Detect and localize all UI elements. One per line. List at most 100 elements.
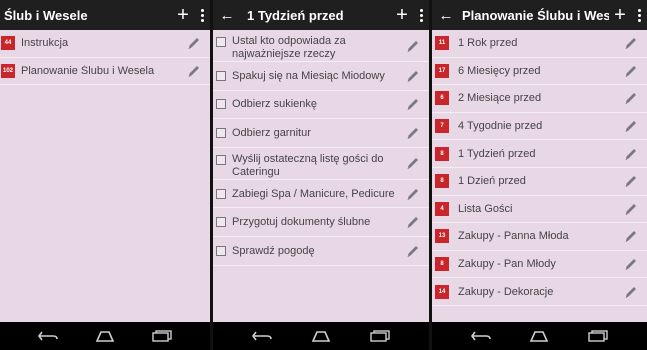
edit-pencil-icon[interactable]: [405, 68, 421, 84]
item-label: 1 Tydzień przed: [458, 147, 536, 160]
add-icon[interactable]: +: [172, 5, 194, 25]
item-label: Zakupy - Panna Młoda: [458, 230, 569, 243]
edit-pencil-icon[interactable]: [623, 63, 639, 79]
recent-apps-nav-icon[interactable]: [587, 330, 609, 342]
category-list: 44 Instrukcja 102 Planowanie Ślubu i Wes…: [0, 30, 210, 86]
task-item[interactable]: Wyślij ostateczną listę gości do Caterin…: [213, 148, 429, 180]
task-checkbox[interactable]: [216, 188, 226, 199]
list-item[interactable]: 44 Instrukcja: [0, 30, 210, 58]
edit-pencil-icon[interactable]: [623, 35, 639, 51]
add-icon[interactable]: +: [609, 5, 631, 25]
task-item[interactable]: Ustal kto odpowiada za najważniejsze rze…: [213, 30, 429, 62]
edit-pencil-icon[interactable]: [405, 214, 421, 230]
list-item[interactable]: 17 6 Miesięcy przed: [432, 58, 647, 86]
more-menu-icon[interactable]: [631, 8, 647, 22]
back-nav-icon[interactable]: [251, 330, 273, 342]
task-checkbox[interactable]: [216, 127, 226, 138]
count-badge: 4: [435, 201, 449, 216]
edit-pencil-icon[interactable]: [405, 155, 421, 171]
task-item[interactable]: Zabiegi Spa / Manicure, Pedicure: [213, 180, 429, 209]
item-label: 4 Tygodnie przed: [458, 120, 543, 133]
item-label: 1 Dzień przed: [458, 175, 526, 188]
edit-pencil-icon[interactable]: [186, 35, 202, 51]
task-checkbox[interactable]: [216, 154, 226, 165]
task-checkbox[interactable]: [216, 37, 226, 47]
app-bar: ← Planowanie Ślubu i Wese +: [432, 0, 647, 30]
recent-apps-nav-icon[interactable]: [151, 330, 173, 342]
count-badge: 8: [435, 146, 449, 161]
system-nav-bar: [213, 322, 429, 350]
item-label: Planowanie Ślubu i Wesela: [21, 64, 155, 77]
task-item[interactable]: Odbierz sukienkę: [213, 91, 429, 120]
count-badge: 6: [435, 91, 449, 106]
more-menu-icon[interactable]: [194, 8, 210, 22]
list-item[interactable]: 8 1 Dzień przed: [432, 168, 647, 196]
system-nav-bar: [432, 322, 647, 350]
task-label: Wyślij ostateczną listę gości do Caterin…: [232, 152, 384, 178]
item-label: 2 Miesiące przed: [458, 92, 542, 105]
list-item[interactable]: 8 Zakupy - Pan Młody: [432, 251, 647, 279]
edit-pencil-icon[interactable]: [623, 228, 639, 244]
app-bar: ← 1 Tydzień przed +: [213, 0, 429, 30]
edit-pencil-icon[interactable]: [405, 125, 421, 141]
edit-pencil-icon[interactable]: [405, 96, 421, 112]
task-list: Ustal kto odpowiada za najważniejsze rze…: [213, 30, 429, 266]
edit-pencil-icon[interactable]: [186, 63, 202, 79]
edit-pencil-icon[interactable]: [623, 173, 639, 189]
task-label: Odbierz sukienkę: [232, 98, 317, 111]
list-item[interactable]: 11 1 Rok przed: [432, 30, 647, 58]
edit-pencil-icon[interactable]: [623, 146, 639, 162]
recent-apps-nav-icon[interactable]: [369, 330, 391, 342]
task-checkbox[interactable]: [216, 245, 226, 256]
more-menu-icon[interactable]: [413, 8, 429, 22]
item-label: Lista Gości: [458, 202, 513, 215]
back-arrow-icon[interactable]: ←: [215, 7, 239, 24]
task-label: Odbierz garnitur: [232, 126, 311, 139]
edit-pencil-icon[interactable]: [623, 90, 639, 106]
task-label: Przygotuj dokumenty ślubne: [232, 216, 371, 229]
page-title: 1 Tydzień przed: [247, 7, 344, 23]
back-nav-icon[interactable]: [470, 330, 492, 342]
list-item[interactable]: 102 Planowanie Ślubu i Wesela: [0, 58, 210, 86]
add-icon[interactable]: +: [391, 5, 413, 25]
edit-pencil-icon[interactable]: [623, 284, 639, 300]
screen-wedding-planning: ← Planowanie Ślubu i Wese + 11 1 Rok prz…: [432, 0, 647, 350]
item-label: Zakupy - Dekoracje: [458, 285, 554, 298]
list-item[interactable]: 8 1 Tydzień przed: [432, 140, 647, 168]
count-badge: 8: [435, 174, 449, 189]
task-label: Ustal kto odpowiada za najważniejsze rze…: [232, 35, 346, 60]
task-item[interactable]: Sprawdź pogodę: [213, 237, 429, 266]
task-item[interactable]: Odbierz garnitur: [213, 119, 429, 148]
task-label: Zabiegi Spa / Manicure, Pedicure: [232, 187, 395, 200]
list-item[interactable]: 7 4 Tygodnie przed: [432, 113, 647, 141]
edit-pencil-icon[interactable]: [405, 38, 421, 54]
list-item[interactable]: 4 Lista Gości: [432, 196, 647, 224]
list-item[interactable]: 14 Zakupy - Dekoracje: [432, 278, 647, 306]
home-nav-icon[interactable]: [528, 330, 550, 342]
edit-pencil-icon[interactable]: [405, 243, 421, 259]
task-label: Sprawdź pogodę: [232, 244, 315, 257]
list-item[interactable]: 13 Zakupy - Panna Młoda: [432, 223, 647, 251]
count-badge: 7: [435, 119, 449, 134]
app-bar: Ślub i Wesele +: [0, 0, 210, 30]
home-nav-icon[interactable]: [310, 330, 332, 342]
list-item[interactable]: 6 2 Miesiące przed: [432, 85, 647, 113]
count-badge: 11: [435, 36, 449, 51]
screen-one-week-before: ← 1 Tydzień przed + Ustal kto odpowiada …: [213, 0, 429, 350]
edit-pencil-icon[interactable]: [623, 118, 639, 134]
edit-pencil-icon[interactable]: [623, 256, 639, 272]
page-title: Planowanie Ślubu i Wese: [462, 7, 609, 23]
home-nav-icon[interactable]: [94, 330, 116, 342]
task-checkbox[interactable]: [216, 217, 226, 228]
task-item[interactable]: Spakuj się na Miesiąc Miodowy: [213, 62, 429, 91]
count-badge: 14: [435, 284, 449, 299]
task-checkbox[interactable]: [216, 70, 226, 81]
edit-pencil-icon[interactable]: [405, 186, 421, 202]
back-arrow-icon[interactable]: ←: [434, 7, 458, 24]
edit-pencil-icon[interactable]: [623, 201, 639, 217]
task-item[interactable]: Przygotuj dokumenty ślubne: [213, 208, 429, 237]
item-label: 1 Rok przed: [458, 37, 518, 50]
back-nav-icon[interactable]: [37, 330, 59, 342]
task-checkbox[interactable]: [216, 99, 226, 110]
page-title: Ślub i Wesele: [4, 7, 88, 23]
